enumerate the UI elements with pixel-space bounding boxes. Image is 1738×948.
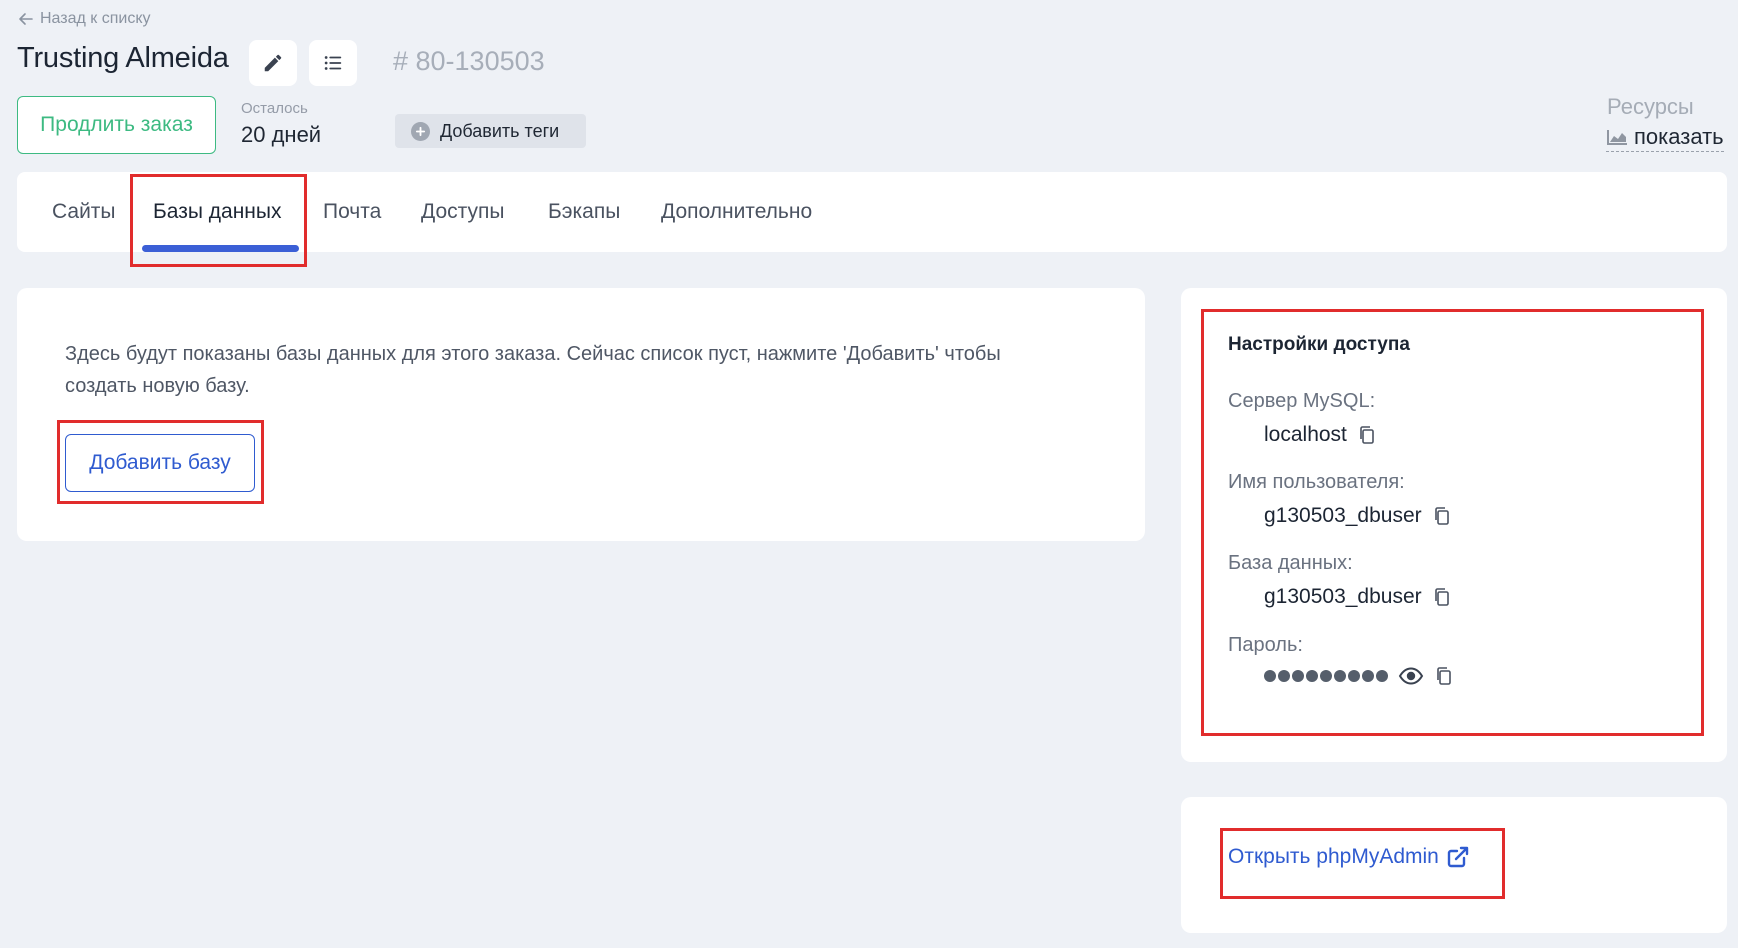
mysql-server-label: Сервер MySQL: bbox=[1228, 390, 1376, 412]
empty-databases-text: Здесь будут показаны базы данных для это… bbox=[65, 343, 1001, 397]
add-tags-button[interactable]: Добавить теги bbox=[395, 114, 586, 148]
password-dot bbox=[1320, 670, 1332, 682]
phpmyadmin-card: Открыть phpMyAdmin bbox=[1181, 797, 1727, 933]
open-phpmyadmin-label: Открыть phpMyAdmin bbox=[1228, 845, 1439, 868]
password-dot bbox=[1278, 670, 1290, 682]
active-tab-indicator bbox=[142, 245, 299, 252]
database-value: g130503_dbuser bbox=[1264, 585, 1422, 608]
access-settings-title: Настройки доступа bbox=[1228, 334, 1410, 355]
order-id: # 80-130503 bbox=[393, 46, 545, 76]
database-label: База данных: bbox=[1228, 552, 1353, 574]
add-database-button[interactable]: Добавить базу bbox=[65, 434, 255, 492]
external-link-icon bbox=[1447, 846, 1469, 868]
pencil-icon bbox=[264, 54, 282, 72]
tab-backups[interactable]: Бэкапы bbox=[548, 172, 620, 252]
details-list-button[interactable] bbox=[309, 40, 357, 86]
remaining-value: 20 дней bbox=[241, 122, 322, 147]
password-dot bbox=[1264, 670, 1276, 682]
password-dot bbox=[1292, 670, 1304, 682]
database-field: g130503_dbuser bbox=[1264, 585, 1452, 609]
password-field bbox=[1264, 666, 1454, 686]
tab-bar: Сайты Базы данных Почта Доступы Бэкапы Д… bbox=[17, 172, 1727, 252]
order-title: Trusting Almeida bbox=[17, 42, 229, 74]
renew-order-button[interactable]: Продлить заказ bbox=[17, 96, 216, 154]
mysql-server-field: localhost bbox=[1264, 423, 1377, 447]
add-tags-label: Добавить теги bbox=[440, 120, 560, 141]
tab-access[interactable]: Доступы bbox=[421, 172, 504, 252]
username-label: Имя пользователя: bbox=[1228, 471, 1405, 493]
password-dot bbox=[1376, 670, 1388, 682]
back-link-label: Назад к списку bbox=[40, 10, 151, 27]
copy-icon[interactable] bbox=[1432, 506, 1452, 526]
open-phpmyadmin-link[interactable]: Открыть phpMyAdmin bbox=[1228, 845, 1469, 869]
password-dot bbox=[1362, 670, 1374, 682]
databases-card: Здесь будут показаны базы данных для это… bbox=[17, 288, 1145, 541]
access-settings-card: Настройки доступа Сервер MySQL: localhos… bbox=[1181, 288, 1727, 762]
list-icon bbox=[324, 56, 342, 70]
username-value: g130503_dbuser bbox=[1264, 504, 1422, 527]
mysql-server-value: localhost bbox=[1264, 423, 1347, 446]
eye-icon[interactable] bbox=[1398, 666, 1424, 686]
resources-show-link[interactable]: показать bbox=[1606, 124, 1724, 152]
password-label: Пароль: bbox=[1228, 634, 1303, 656]
plus-circle-icon bbox=[411, 121, 430, 141]
password-dot bbox=[1334, 670, 1346, 682]
password-dot bbox=[1306, 670, 1318, 682]
chart-icon bbox=[1607, 130, 1627, 145]
tab-databases[interactable]: Базы данных bbox=[153, 172, 282, 252]
tab-additional[interactable]: Дополнительно bbox=[661, 172, 812, 252]
tab-mail[interactable]: Почта bbox=[323, 172, 381, 252]
remaining-label: Осталось bbox=[241, 100, 308, 117]
copy-icon[interactable] bbox=[1432, 587, 1452, 607]
username-field: g130503_dbuser bbox=[1264, 504, 1452, 528]
password-dot bbox=[1348, 670, 1360, 682]
copy-icon[interactable] bbox=[1357, 425, 1377, 445]
arrow-left-icon bbox=[19, 13, 33, 25]
resources-show-label: показать bbox=[1634, 124, 1724, 149]
resources-label: Ресурсы bbox=[1607, 94, 1694, 119]
back-to-list-link[interactable]: Назад к списку bbox=[18, 10, 151, 28]
tab-sites[interactable]: Сайты bbox=[52, 172, 116, 252]
copy-icon[interactable] bbox=[1434, 666, 1454, 686]
page: Назад к списку Trusting Almeida # 80-130… bbox=[0, 0, 1738, 948]
edit-button[interactable] bbox=[249, 40, 297, 86]
password-masked-value bbox=[1264, 670, 1388, 682]
